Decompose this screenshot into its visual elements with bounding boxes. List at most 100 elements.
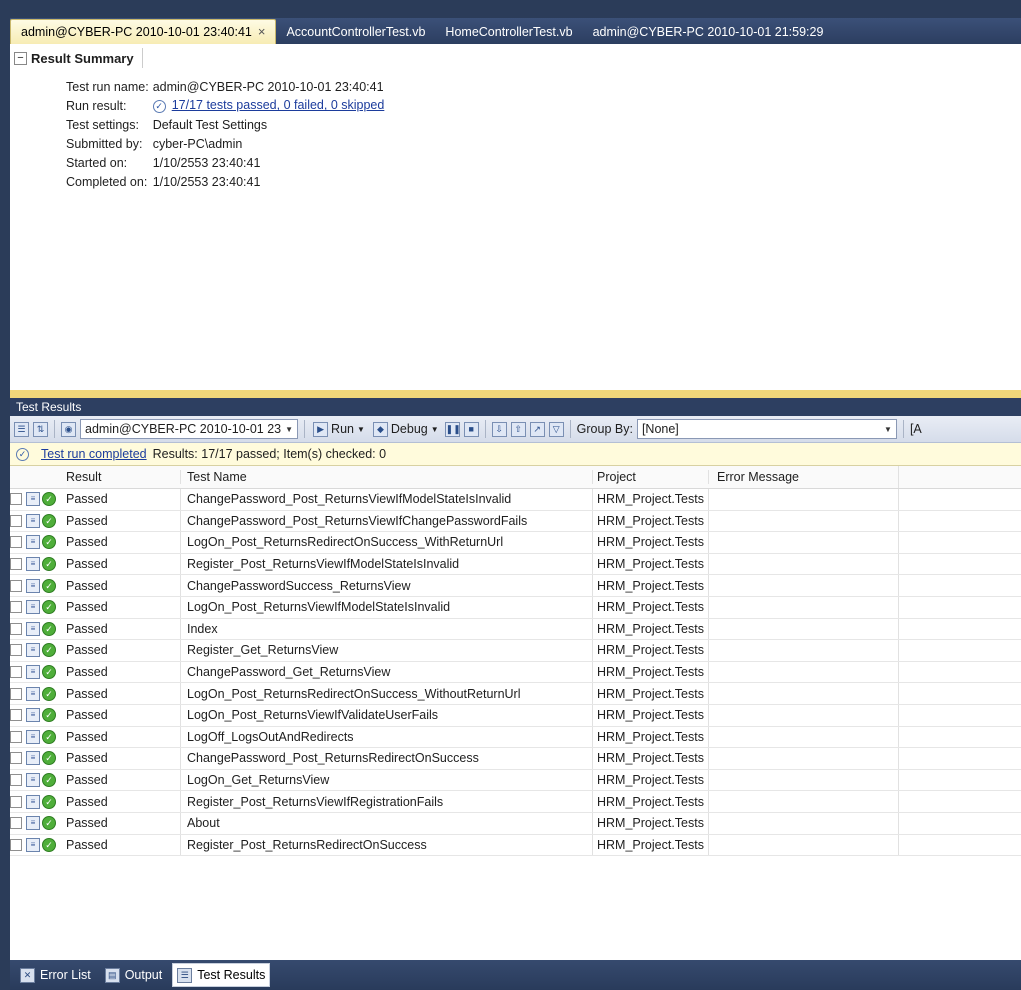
debug-button-label: Debug bbox=[390, 422, 428, 436]
tab-output-label: Output bbox=[124, 968, 163, 982]
filler-cell bbox=[898, 683, 1021, 704]
table-row[interactable]: ≡ ✓ Passed Register_Get_ReturnsView HRM_Proj… bbox=[10, 640, 1021, 662]
row-checkbox[interactable] bbox=[10, 579, 22, 592]
column-header-error-message[interactable]: Error Message bbox=[708, 470, 898, 484]
table-row[interactable]: ≡ ✓ Passed ChangePassword_Post_ReturnsViewI… bbox=[10, 510, 1021, 533]
project-cell: HRM_Project.Tests bbox=[592, 812, 708, 834]
table-row[interactable]: ≡ ✓ Passed LogOff_LogsOutAndRedirects HRM_Pr… bbox=[10, 726, 1021, 749]
import-icon[interactable]: ⇩ bbox=[491, 421, 507, 437]
table-row[interactable]: ≡ ✓ Passed Register_Post_ReturnsViewIfModel… bbox=[10, 553, 1021, 576]
summary-row: Started on: 1/10/2553 23:40:41 bbox=[66, 154, 388, 173]
test-run-completed-link[interactable]: Test run completed bbox=[41, 447, 147, 461]
test-run-select[interactable]: admin@CYBER-PC 2010-10-01 23 ▼ bbox=[80, 419, 299, 439]
run-button-label: Run bbox=[331, 422, 354, 436]
table-row[interactable]: ≡ ✓ Passed Register_Post_ReturnsRedirectOnS… bbox=[10, 834, 1021, 857]
passed-check-icon: ✓ bbox=[42, 513, 56, 528]
stop-icon[interactable]: ■ bbox=[463, 421, 479, 437]
row-checkbox[interactable] bbox=[10, 730, 22, 743]
run-button[interactable]: ▶ Run ▼ bbox=[311, 421, 367, 437]
project-cell: HRM_Project.Tests bbox=[592, 640, 708, 661]
test-name-cell: Register_Post_ReturnsRedirectOnSuccess bbox=[180, 834, 592, 856]
row-checkbox[interactable] bbox=[10, 622, 22, 635]
row-select-cell: ≡ ✓ bbox=[10, 532, 60, 553]
tab-home-controller-test[interactable]: HomeControllerTest.vb bbox=[435, 20, 582, 44]
table-row[interactable]: ≡ ✓ Passed ChangePasswordSuccess_ReturnsVie… bbox=[10, 575, 1021, 597]
tab-output[interactable]: ▤ Output bbox=[101, 964, 167, 986]
table-row[interactable]: ≡ ✓ Passed About HRM_Project.Tests bbox=[10, 812, 1021, 835]
summary-row: Completed on: 1/10/2553 23:40:41 bbox=[66, 173, 388, 192]
filter-icon[interactable]: ▽ bbox=[548, 421, 564, 437]
error-message-cell bbox=[708, 683, 898, 704]
row-select-cell: ≡ ✓ bbox=[10, 597, 60, 618]
result-cell: Passed bbox=[66, 535, 108, 550]
collapse-toggle[interactable]: − bbox=[14, 51, 27, 65]
row-checkbox[interactable] bbox=[10, 774, 22, 787]
row-checkbox[interactable] bbox=[10, 666, 22, 679]
filler-cell bbox=[898, 618, 1021, 640]
tab-error-list[interactable]: ✕ Error List bbox=[16, 964, 95, 986]
error-message-cell bbox=[708, 748, 898, 769]
table-row[interactable]: ≡ ✓ Passed LogOn_Get_ReturnsView HRM_Project… bbox=[10, 769, 1021, 792]
test-document-icon: ≡ bbox=[26, 665, 40, 680]
row-select-cell: ≡ ✓ bbox=[10, 835, 60, 856]
table-row[interactable]: ≡ ✓ Passed ChangePassword_Post_ReturnsRedir… bbox=[10, 748, 1021, 770]
passed-check-icon: ✓ bbox=[42, 643, 56, 658]
table-row[interactable]: ≡ ✓ Passed LogOn_Post_ReturnsViewIfModelSta… bbox=[10, 596, 1021, 619]
pause-icon[interactable]: ❚❚ bbox=[444, 421, 461, 437]
list-view-icon[interactable]: ☰ bbox=[14, 421, 29, 437]
check-circle-icon: ✓ bbox=[152, 99, 166, 113]
table-row[interactable]: ≡ ✓ Passed ChangePassword_Get_ReturnsView HR… bbox=[10, 661, 1021, 684]
test-results-panel: Test Results ☰ ⇅ ◉ admin@CYBER-PC 2010-1… bbox=[10, 398, 1021, 960]
row-checkbox[interactable] bbox=[10, 514, 22, 527]
table-row[interactable]: ≡ ✓ Passed LogOn_Post_ReturnsRedirectOnSucc… bbox=[10, 532, 1021, 554]
project-cell: HRM_Project.Tests bbox=[592, 704, 708, 726]
test-name-cell: LogOff_LogsOutAndRedirects bbox=[180, 726, 592, 748]
column-header-result[interactable]: Result bbox=[60, 470, 180, 484]
passed-check-icon: ✓ bbox=[42, 621, 56, 636]
toolbar-separator bbox=[484, 420, 486, 438]
row-checkbox[interactable] bbox=[10, 558, 22, 571]
filler-cell bbox=[898, 510, 1021, 532]
toolbar-overflow-text[interactable]: [A bbox=[910, 422, 922, 436]
row-checkbox[interactable] bbox=[10, 752, 22, 765]
debug-button[interactable]: ◆ Debug ▼ bbox=[371, 421, 441, 437]
passed-check-icon: ✓ bbox=[42, 665, 56, 680]
tab-test-run-2159[interactable]: admin@CYBER-PC 2010-10-01 21:59:29 bbox=[583, 20, 834, 44]
row-checkbox[interactable] bbox=[10, 838, 22, 851]
test-document-icon: ≡ bbox=[26, 621, 40, 636]
table-row[interactable]: ≡ ✓ Passed LogOn_Post_ReturnsViewIfValidate… bbox=[10, 704, 1021, 727]
row-checkbox[interactable] bbox=[10, 644, 22, 657]
row-checkbox[interactable] bbox=[10, 687, 22, 700]
table-row[interactable]: ≡ ✓ Passed Index HRM_Project.Tests bbox=[10, 618, 1021, 641]
column-header-test-name[interactable]: Test Name bbox=[180, 470, 592, 484]
row-checkbox[interactable] bbox=[10, 536, 22, 549]
passed-check-icon: ✓ bbox=[42, 816, 56, 831]
sort-icon[interactable]: ⇅ bbox=[33, 421, 48, 437]
table-row[interactable]: ≡ ✓ Passed LogOn_Post_ReturnsRedirectOnSucc… bbox=[10, 683, 1021, 705]
row-checkbox[interactable] bbox=[10, 601, 22, 614]
run-result-link[interactable]: 17/17 tests passed, 0 failed, 0 skipped bbox=[172, 98, 385, 112]
publish-icon[interactable]: ↗ bbox=[529, 421, 545, 437]
table-row[interactable]: ≡ ✓ Passed Register_Post_ReturnsViewIfRegis… bbox=[10, 791, 1021, 813]
row-checkbox[interactable] bbox=[10, 817, 22, 830]
column-header-project[interactable]: Project bbox=[592, 470, 708, 484]
group-by-select[interactable]: [None] ▼ bbox=[636, 419, 897, 439]
row-checkbox[interactable] bbox=[10, 493, 22, 506]
header-divider bbox=[141, 48, 143, 68]
row-checkbox[interactable] bbox=[10, 795, 22, 808]
table-row[interactable]: ≡ ✓ Passed ChangePassword_Post_ReturnsViewI… bbox=[10, 489, 1021, 511]
tab-label: admin@CYBER-PC 2010-10-01 21:59:29 bbox=[592, 25, 824, 39]
tab-test-results[interactable]: ☰ Test Results bbox=[172, 963, 271, 987]
test-name-cell: Register_Post_ReturnsViewIfRegistrationF… bbox=[180, 791, 592, 812]
run-result-cell: ✓ 17/17 tests passed, 0 failed, 0 skipped bbox=[152, 97, 389, 116]
result-cell: Passed bbox=[66, 837, 108, 852]
tab-label: HomeControllerTest.vb bbox=[445, 25, 573, 39]
row-checkbox[interactable] bbox=[10, 709, 22, 722]
project-cell: HRM_Project.Tests bbox=[592, 532, 708, 553]
tab-test-run-2340[interactable]: admin@CYBER-PC 2010-10-01 23:40:41 × bbox=[10, 19, 277, 44]
tab-account-controller-test[interactable]: AccountControllerTest.vb bbox=[276, 20, 435, 44]
pane-splitter[interactable] bbox=[10, 390, 1021, 398]
close-icon[interactable]: × bbox=[258, 20, 266, 44]
test-name-cell: LogOn_Post_ReturnsRedirectOnSuccess_With… bbox=[180, 683, 592, 704]
export-icon[interactable]: ⇧ bbox=[510, 421, 526, 437]
